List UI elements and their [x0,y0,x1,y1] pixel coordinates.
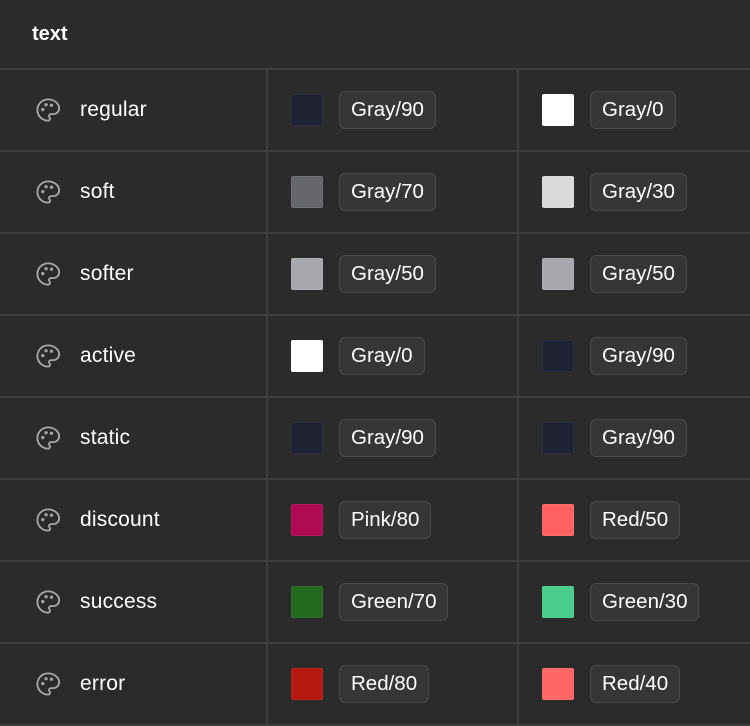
dark-value-cell: Gray/50 [519,234,750,314]
color-token-chip[interactable]: Gray/0 [339,337,425,375]
color-token-chip[interactable]: Green/30 [590,583,700,621]
section-title: text [32,22,68,45]
light-value-cell: Gray/90 [268,398,519,478]
light-value-cell: Red/80 [268,644,519,724]
dark-value-cell: Gray/90 [519,398,750,478]
color-token-chip[interactable]: Pink/80 [339,501,432,539]
light-value-cell: Gray/50 [268,234,519,314]
color-token-chip[interactable]: Gray/90 [590,337,687,375]
dark-value-cell: Gray/30 [519,152,750,232]
color-token-chip[interactable]: Gray/0 [590,91,676,129]
palette-icon [35,507,61,533]
color-swatch [542,504,574,536]
color-token-chip[interactable]: Gray/90 [590,419,687,457]
color-token-chip[interactable]: Gray/50 [339,255,436,293]
color-swatch [291,668,323,700]
token-name: discount [80,508,160,531]
token-name-cell: active [0,316,268,396]
color-token-chip[interactable]: Red/80 [339,665,430,703]
token-name: success [80,590,158,613]
color-swatch [291,422,323,454]
token-row: soft Gray/70 Gray/30 [0,152,750,234]
color-swatch [542,668,574,700]
dark-value-cell: Green/30 [519,562,750,642]
palette-icon [35,671,61,697]
light-value-cell: Pink/80 [268,480,519,560]
token-table: regular Gray/90 Gray/0 soft Gray/70 Gray… [0,70,750,726]
color-swatch [291,176,323,208]
color-swatch [542,94,574,126]
color-swatch [291,504,323,536]
palette-icon [35,343,61,369]
color-swatch [291,258,323,290]
color-token-chip[interactable]: Gray/50 [590,255,687,293]
token-row: regular Gray/90 Gray/0 [0,70,750,152]
light-value-cell: Gray/70 [268,152,519,232]
light-value-cell: Green/70 [268,562,519,642]
palette-icon [35,97,61,123]
palette-icon [35,179,61,205]
section-header: text [0,0,750,70]
token-name-cell: success [0,562,268,642]
token-name-cell: soft [0,152,268,232]
token-row: static Gray/90 Gray/90 [0,398,750,480]
token-row: discount Pink/80 Red/50 [0,480,750,562]
color-token-chip[interactable]: Green/70 [339,583,449,621]
token-name: active [80,344,137,367]
color-token-chip[interactable]: Gray/90 [339,419,436,457]
color-swatch [542,258,574,290]
color-token-chip[interactable]: Gray/70 [339,173,436,211]
light-value-cell: Gray/90 [268,70,519,150]
token-row: error Red/80 Red/40 [0,644,750,726]
token-row: softer Gray/50 Gray/50 [0,234,750,316]
token-name-cell: discount [0,480,268,560]
light-value-cell: Gray/0 [268,316,519,396]
token-name: regular [80,98,147,121]
color-token-chip[interactable]: Gray/30 [590,173,687,211]
token-name-cell: regular [0,70,268,150]
color-swatch [542,586,574,618]
color-swatch [542,176,574,208]
color-swatch [291,586,323,618]
palette-icon [35,589,61,615]
color-swatch [291,340,323,372]
dark-value-cell: Gray/0 [519,70,750,150]
token-name: error [80,672,126,695]
token-name-cell: softer [0,234,268,314]
token-name: static [80,426,131,449]
color-token-chip[interactable]: Red/50 [590,501,681,539]
token-row: active Gray/0 Gray/90 [0,316,750,398]
color-swatch [542,340,574,372]
palette-icon [35,425,61,451]
dark-value-cell: Gray/90 [519,316,750,396]
color-token-chip[interactable]: Red/40 [590,665,681,703]
token-name-cell: error [0,644,268,724]
token-name-cell: static [0,398,268,478]
token-row: success Green/70 Green/30 [0,562,750,644]
token-name: softer [80,262,134,285]
token-name: soft [80,180,115,203]
dark-value-cell: Red/40 [519,644,750,724]
color-token-chip[interactable]: Gray/90 [339,91,436,129]
palette-icon [35,261,61,287]
color-swatch [291,94,323,126]
color-swatch [542,422,574,454]
dark-value-cell: Red/50 [519,480,750,560]
